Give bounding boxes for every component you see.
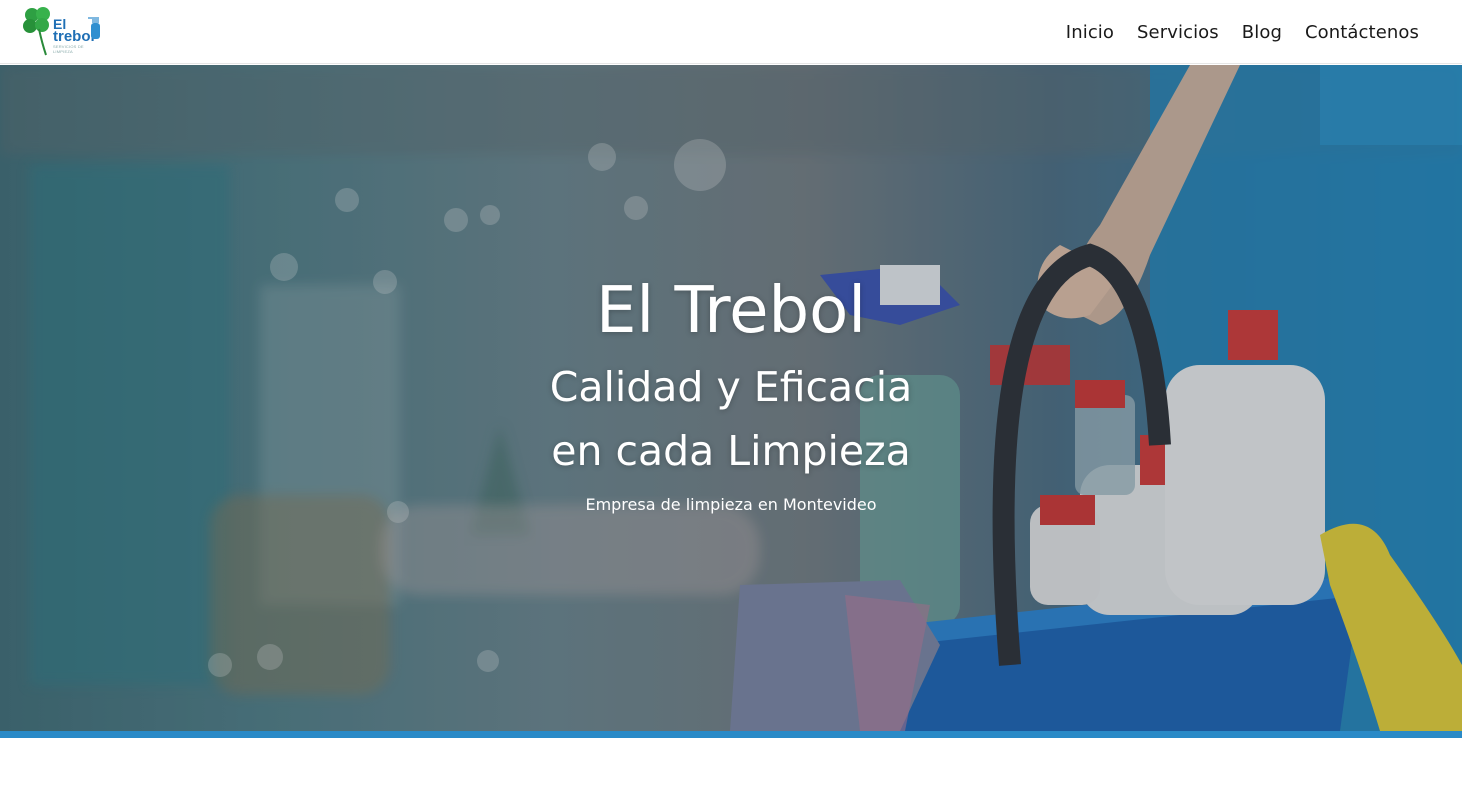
nav-item-inicio[interactable]: Inicio [1066, 22, 1114, 43]
accent-divider [0, 731, 1462, 738]
nav-item-servicios[interactable]: Servicios [1137, 22, 1219, 43]
logo-tagline: SERVICIOS DE LIMPIEZA [53, 44, 84, 54]
spray-bottle-icon [88, 17, 100, 39]
site-logo[interactable]: El trebol SERVICIOS DE LIMPIEZA [22, 5, 104, 57]
hero-content: El Trebol Calidad y Eficacia en cada Lim… [0, 65, 1462, 731]
nav-item-blog[interactable]: Blog [1242, 22, 1282, 43]
hero-title: El Trebol [595, 274, 867, 348]
hero-subtitle-line2: en cada Limpieza [551, 427, 911, 475]
main-nav: Inicio Servicios Blog Contáctenos [1066, 19, 1419, 45]
hero-tagline: Empresa de limpieza en Montevideo [585, 495, 877, 514]
nav-item-contactenos[interactable]: Contáctenos [1305, 22, 1419, 43]
clover-icon [23, 7, 50, 56]
hero-section: El Trebol Calidad y Eficacia en cada Lim… [0, 65, 1462, 731]
hero-subtitle-line1: Calidad y Eficacia [549, 363, 913, 411]
site-header: El trebol SERVICIOS DE LIMPIEZA Inicio S… [0, 0, 1462, 64]
